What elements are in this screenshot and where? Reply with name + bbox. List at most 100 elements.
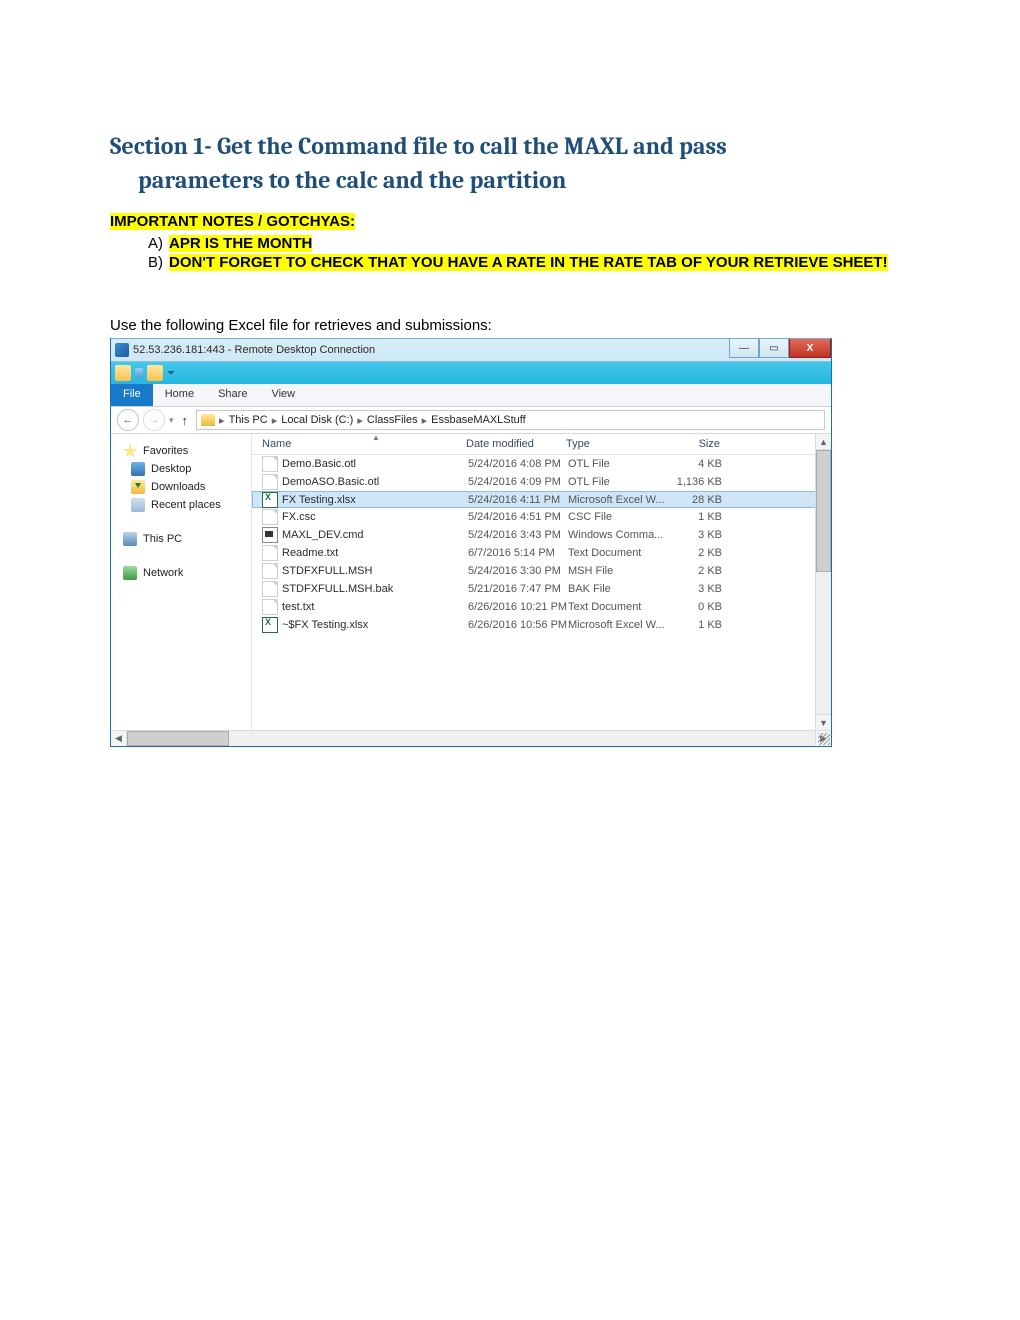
file-icon <box>262 509 278 525</box>
explorer-qat: ⏷ <box>111 362 831 384</box>
rdc-window: 52.53.236.181:443 - Remote Desktop Conne… <box>110 338 832 747</box>
important-label: IMPORTANT NOTES / GOTCHYAS: <box>110 213 355 230</box>
file-size: 3 KB <box>670 583 722 595</box>
file-name: MAXL_DEV.cmd <box>282 529 468 541</box>
qat-icon-2[interactable] <box>135 368 143 378</box>
list-header[interactable]: ▲ Name Date modified Type Size <box>252 434 831 455</box>
file-date: 5/21/2016 7:47 PM <box>468 583 568 595</box>
col-date[interactable]: Date modified <box>466 438 566 450</box>
qat-icon-3[interactable] <box>147 365 163 381</box>
file-date: 6/26/2016 10:21 PM <box>468 601 568 613</box>
rdc-icon <box>115 343 129 357</box>
explorer-ribbon-tabs: File Home Share View <box>111 384 831 407</box>
tab-view[interactable]: View <box>259 384 307 406</box>
file-type: Microsoft Excel W... <box>568 619 670 631</box>
file-size: 1,136 KB <box>670 476 722 488</box>
file-icon <box>262 527 278 543</box>
file-date: 6/26/2016 10:56 PM <box>468 619 568 631</box>
horizontal-scrollbar[interactable]: ◀ ▶ <box>111 730 831 746</box>
file-name: FX Testing.xlsx <box>282 494 468 506</box>
nav-favorites[interactable]: Favorites <box>113 442 249 460</box>
file-name: ~$FX Testing.xlsx <box>282 619 468 631</box>
resize-grip-icon[interactable] <box>818 733 830 745</box>
file-size: 2 KB <box>670 565 722 577</box>
rdc-titlebar[interactable]: 52.53.236.181:443 - Remote Desktop Conne… <box>111 338 831 362</box>
file-row[interactable]: FX Testing.xlsx5/24/2016 4:11 PMMicrosof… <box>252 491 831 508</box>
file-date: 6/7/2016 5:14 PM <box>468 547 568 559</box>
title-line2: parameters to the calc and the partition <box>110 164 910 198</box>
note-a: A) APR IS THE MONTH <box>148 235 910 252</box>
file-date: 5/24/2016 3:30 PM <box>468 565 568 577</box>
qat-dropdown-icon[interactable]: ⏷ <box>167 368 175 379</box>
nav-thispc[interactable]: This PC <box>113 530 249 548</box>
file-row[interactable]: DemoASO.Basic.otl5/24/2016 4:09 PMOTL Fi… <box>252 473 831 491</box>
file-name: Readme.txt <box>282 547 468 559</box>
file-icon <box>262 456 278 472</box>
file-date: 5/24/2016 4:09 PM <box>468 476 568 488</box>
file-type: Text Document <box>568 601 670 613</box>
file-icon <box>262 599 278 615</box>
close-button[interactable]: X <box>789 339 831 358</box>
title-line1: Section 1- Get the Command file to call … <box>110 132 727 160</box>
file-row[interactable]: STDFXFULL.MSH5/24/2016 3:30 PMMSH File2 … <box>252 562 831 580</box>
col-type[interactable]: Type <box>566 438 668 450</box>
nav-network[interactable]: Network <box>113 564 249 582</box>
file-row[interactable]: Readme.txt6/7/2016 5:14 PMText Document2… <box>252 544 831 562</box>
file-type: Windows Comma... <box>568 529 670 541</box>
explorer-address-bar: ← → ▾ ↑ ▸ This PC ▸ Local Disk (C:) ▸ Cl… <box>111 407 831 434</box>
desktop-icon <box>131 462 145 476</box>
file-date: 5/24/2016 4:51 PM <box>468 511 568 523</box>
file-row[interactable]: MAXL_DEV.cmd5/24/2016 3:43 PMWindows Com… <box>252 526 831 544</box>
nav-back-button[interactable]: ← <box>117 409 139 431</box>
file-date: 5/24/2016 4:11 PM <box>468 494 568 506</box>
file-row[interactable]: FX.csc5/24/2016 4:51 PMCSC File1 KB <box>252 508 831 526</box>
file-name: FX.csc <box>282 511 468 523</box>
tab-share[interactable]: Share <box>206 384 259 406</box>
nav-desktop[interactable]: Desktop <box>113 460 249 478</box>
file-row[interactable]: STDFXFULL.MSH.bak5/21/2016 7:47 PMBAK Fi… <box>252 580 831 598</box>
file-size: 1 KB <box>670 619 722 631</box>
scroll-up-icon[interactable]: ▲ <box>816 434 831 450</box>
instruction: Use the following Excel file for retriev… <box>110 317 910 334</box>
sort-asc-icon: ▲ <box>372 434 380 442</box>
scroll-down-icon[interactable]: ▼ <box>816 714 831 730</box>
explorer-file-list: ▲ Name Date modified Type Size Demo.Basi… <box>252 434 831 730</box>
nav-recent[interactable]: Recent places <box>113 496 249 514</box>
file-size: 4 KB <box>670 458 722 470</box>
file-row[interactable]: ~$FX Testing.xlsx6/26/2016 10:56 PMMicro… <box>252 616 831 634</box>
file-name: test.txt <box>282 601 468 613</box>
maximize-button[interactable]: ▭ <box>759 339 789 358</box>
vertical-scrollbar[interactable]: ▲ ▼ <box>815 434 831 730</box>
qat-icon-1[interactable] <box>115 365 131 381</box>
file-row[interactable]: test.txt6/26/2016 10:21 PMText Document0… <box>252 598 831 616</box>
tab-file[interactable]: File <box>111 384 153 406</box>
star-icon <box>123 444 137 458</box>
file-icon <box>262 492 278 508</box>
explorer-nav-pane: Favorites Desktop Downloads Recent place… <box>111 434 252 730</box>
nav-downloads[interactable]: Downloads <box>113 478 249 496</box>
file-type: OTL File <box>568 458 670 470</box>
notes-list: A) APR IS THE MONTH B) DON'T FORGET TO C… <box>148 235 910 271</box>
file-row[interactable]: Demo.Basic.otl5/24/2016 4:08 PMOTL File4… <box>252 455 831 473</box>
file-icon <box>262 617 278 633</box>
file-icon <box>262 563 278 579</box>
breadcrumb[interactable]: ▸ This PC ▸ Local Disk (C:) ▸ ClassFiles… <box>196 410 825 430</box>
minimize-button[interactable]: — <box>729 339 759 358</box>
file-date: 5/24/2016 4:08 PM <box>468 458 568 470</box>
tab-home[interactable]: Home <box>153 384 206 406</box>
network-icon <box>123 566 137 580</box>
pc-icon <box>123 532 137 546</box>
file-type: OTL File <box>568 476 670 488</box>
downloads-icon <box>131 480 145 494</box>
scroll-left-icon[interactable]: ◀ <box>111 731 127 746</box>
col-size[interactable]: Size <box>668 438 720 450</box>
file-type: MSH File <box>568 565 670 577</box>
col-name[interactable]: Name <box>262 438 466 450</box>
scroll-thumb[interactable] <box>816 450 831 572</box>
hscroll-thumb[interactable] <box>127 731 229 746</box>
file-size: 3 KB <box>670 529 722 541</box>
file-size: 1 KB <box>670 511 722 523</box>
nav-forward-button[interactable]: → <box>143 409 165 431</box>
nav-history-dropdown-icon[interactable]: ▾ <box>169 415 174 426</box>
nav-up-button[interactable]: ↑ <box>178 413 193 428</box>
